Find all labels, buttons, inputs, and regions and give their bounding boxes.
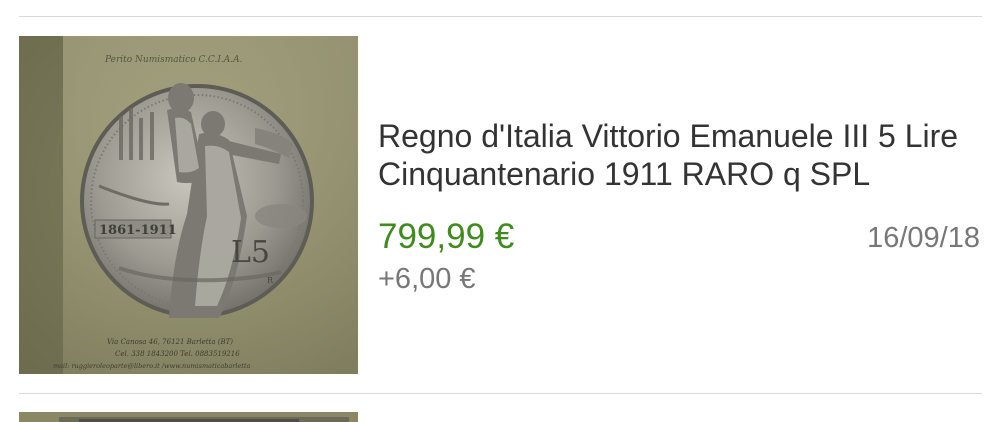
certificate-email: mail: ruggieroleoparte@libero.it /www.nu… <box>53 362 251 370</box>
coin-photo: Perito Numismatico C.C.I.A.A. 1861-1911 … <box>19 36 358 374</box>
certificate-header: Perito Numismatico C.C.I.A.A. <box>104 55 243 65</box>
coin-denomination: L5 <box>231 235 270 270</box>
divider-bottom <box>19 393 982 394</box>
listing-title[interactable]: Regno d'Italia Vittorio Emanuele III 5 L… <box>378 117 978 193</box>
coin-mint-mark: R <box>267 276 274 285</box>
certificate-phone: Cel. 338 1843200 Tel. 0883519216 <box>115 350 240 358</box>
listing-item[interactable]: Perito Numismatico C.C.I.A.A. 1861-1911 … <box>0 17 1000 393</box>
next-listing-thumbnail[interactable] <box>19 412 358 422</box>
coin-dates: 1861-1911 <box>99 223 177 238</box>
listing-thumbnail[interactable]: Perito Numismatico C.C.I.A.A. 1861-1911 … <box>19 36 358 374</box>
next-listing-photo <box>19 415 358 422</box>
certificate-address: Via Canosa 46, 76121 Barletta (BT) <box>107 338 233 346</box>
listing-shipping-cost: +6,00 € <box>378 263 476 295</box>
listing-date: 16/09/18 <box>867 222 980 254</box>
listing-price: 799,99 € <box>378 217 515 256</box>
